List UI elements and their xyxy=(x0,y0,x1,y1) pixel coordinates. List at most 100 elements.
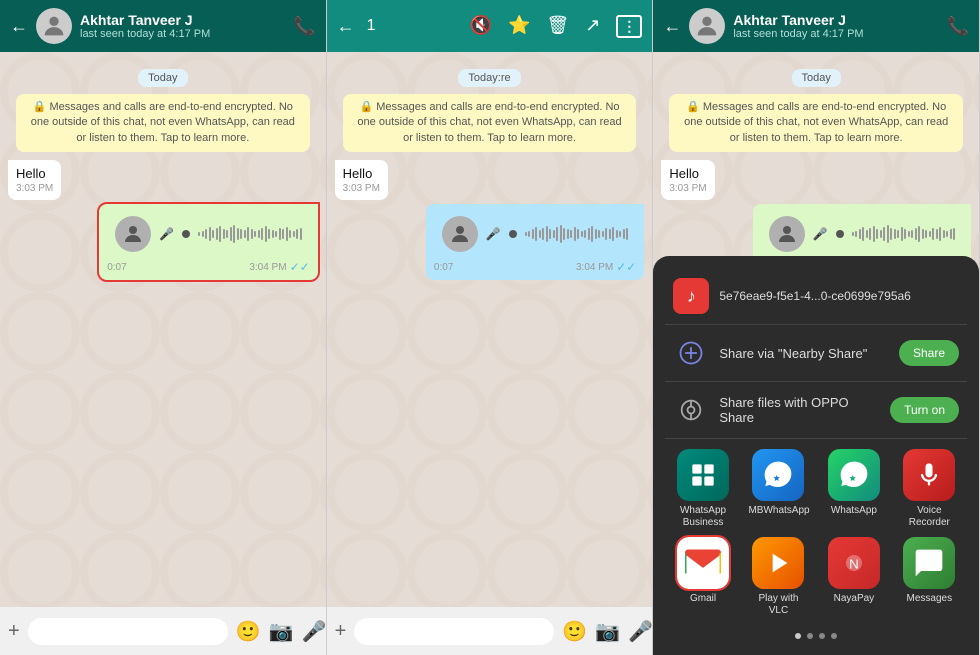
waveform-bar xyxy=(265,226,267,242)
waveform-bar xyxy=(289,230,291,238)
waveform-bar xyxy=(943,230,945,238)
contact-name-1: Akhtar Tanveer J xyxy=(80,12,285,29)
star-icon[interactable]: ⭐ xyxy=(508,15,530,38)
waveform-bar xyxy=(946,231,948,237)
delete-icon[interactable]: 🗑 xyxy=(546,15,569,38)
app-messages[interactable]: Messages xyxy=(896,537,963,617)
waveform-bar xyxy=(553,230,555,238)
file-icon: ♪ xyxy=(673,278,709,314)
app-gmail[interactable]: Gmail xyxy=(669,537,736,617)
app-wa-biz[interactable]: WhatsApp Business xyxy=(669,449,736,529)
phone-icon-3[interactable]: 📞 xyxy=(947,16,969,37)
waveform-bar xyxy=(936,229,938,239)
back-button-1[interactable]: ← xyxy=(10,16,28,37)
forward-icon[interactable]: ↗ xyxy=(585,15,600,38)
file-name: 5e76eae9-f5e1-4...0-ce0699e795a6 xyxy=(719,289,911,303)
app-wa[interactable]: WhatsApp xyxy=(820,449,887,529)
nearby-share-icon xyxy=(673,335,709,371)
waveform-bar xyxy=(588,228,590,240)
app-voice-rec-label: Voice Recorder xyxy=(899,505,959,529)
oppo-turn-on-btn[interactable]: Turn on xyxy=(890,397,959,423)
waveform-bar xyxy=(282,229,284,239)
waveform-2 xyxy=(525,222,629,246)
pagination-dots xyxy=(665,627,967,643)
app-nayapay[interactable]: N NayaPay xyxy=(820,537,887,617)
back-button-3[interactable]: ← xyxy=(663,16,681,37)
waveform-bar xyxy=(542,228,544,240)
mic-icon-3: 🎤 xyxy=(813,227,828,241)
app-wa-biz-label: WhatsApp Business xyxy=(673,505,733,529)
waveform-bar xyxy=(894,229,896,239)
waveform-bar xyxy=(953,228,955,240)
oppo-share-icon xyxy=(673,392,709,428)
more-options-btn[interactable]: ⋮ xyxy=(616,15,642,38)
camera-icon-1[interactable]: 📷 xyxy=(269,619,294,644)
app-vlc[interactable]: Play with VLC xyxy=(745,537,812,617)
voice-message-2: 🎤 xyxy=(434,210,636,258)
chat-bottom-1: + 🙂 📷 🎤 xyxy=(0,607,326,655)
app-grid: WhatsApp Business MBWhatsApp WhatsApp Vo… xyxy=(665,439,967,627)
waveform-bar xyxy=(595,229,597,239)
waveform-bar xyxy=(205,229,207,239)
oppo-share-item: Share files with OPPO Share Turn on xyxy=(665,382,967,439)
play-dot-3 xyxy=(836,230,844,238)
waveform-bar xyxy=(890,228,892,240)
camera-icon-2[interactable]: 📷 xyxy=(595,619,620,644)
mute-icon[interactable]: 🔇 xyxy=(470,15,492,38)
waveform-bar xyxy=(546,226,548,242)
waveform-bar xyxy=(560,225,562,243)
plus-icon-2[interactable]: + xyxy=(335,620,347,643)
waveform-bar xyxy=(852,232,854,236)
voice-bubble-2[interactable]: 🎤 0:07 3:04 PM ✓✓ xyxy=(426,204,644,280)
waveform-bar xyxy=(279,228,281,240)
mic-bottom-2[interactable]: 🎤 xyxy=(628,619,653,644)
waveform-bar xyxy=(226,230,228,238)
waveform-bar xyxy=(240,229,242,239)
nearby-share-label: Share via "Nearby Share" xyxy=(719,346,889,361)
waveform-bar xyxy=(219,226,221,242)
waveform-bar xyxy=(574,227,576,241)
waveform-bar xyxy=(556,227,558,241)
mic-bottom-1[interactable]: 🎤 xyxy=(302,619,327,644)
waveform-bar xyxy=(869,228,871,240)
waveform-bar xyxy=(296,229,298,239)
waveform-bar xyxy=(293,231,295,237)
panel-2: ← 1 🔇 ⭐ 🗑 ↗ ⋮ Today:re 🔒 Messages and ca… xyxy=(327,0,654,655)
phone-icon-1[interactable]: 📞 xyxy=(293,16,315,37)
waveform-bar xyxy=(591,226,593,242)
emoji-icon-2[interactable]: 🙂 xyxy=(562,619,587,644)
waveform-bar xyxy=(939,227,941,241)
waveform-bar xyxy=(922,229,924,239)
message-input-2[interactable] xyxy=(354,618,554,645)
chat-body-2: Today:re 🔒 Messages and calls are end-to… xyxy=(327,52,653,607)
waveform-bar xyxy=(602,231,604,237)
waveform-bar xyxy=(202,231,204,237)
back-btn-2[interactable]: ← xyxy=(337,16,355,37)
chat-bottom-2: + 🙂 📷 🎤 xyxy=(327,607,653,655)
waveform-bar xyxy=(300,228,302,240)
voice-avatar-2 xyxy=(442,216,478,252)
waveform-bar xyxy=(626,228,628,240)
contact-status-1: last seen today at 4:17 PM xyxy=(80,28,285,40)
contact-status-3: last seen today at 4:17 PM xyxy=(733,28,938,40)
date-label-2: Today:re xyxy=(335,68,645,86)
waveform-bar xyxy=(275,231,277,237)
voice-bubble-1[interactable]: 🎤 0:07 3:04 PM ✓✓ xyxy=(99,204,317,280)
message-input-1[interactable] xyxy=(28,618,228,645)
emoji-icon-1[interactable]: 🙂 xyxy=(236,619,261,644)
bubble-hello-1: Hello 3:03 PM xyxy=(8,160,61,200)
app-mb-wa[interactable]: MBWhatsApp xyxy=(745,449,812,529)
waveform-bar xyxy=(619,231,621,237)
sel-icons-2: 🔇 ⭐ 🗑 ↗ ⋮ xyxy=(470,15,643,38)
waveform-bar xyxy=(915,228,917,240)
waveform-bar xyxy=(873,226,875,242)
play-dot-1 xyxy=(182,230,190,238)
waveform-bar xyxy=(233,225,235,243)
waveform-bar xyxy=(532,229,534,239)
waveform-bar xyxy=(925,230,927,238)
app-voice-rec[interactable]: Voice Recorder xyxy=(896,449,963,529)
voice-message-1: 🎤 xyxy=(107,210,309,258)
plus-icon-1[interactable]: + xyxy=(8,620,20,643)
nearby-share-btn[interactable]: Share xyxy=(899,340,959,366)
date-label-1: Today xyxy=(8,68,318,86)
